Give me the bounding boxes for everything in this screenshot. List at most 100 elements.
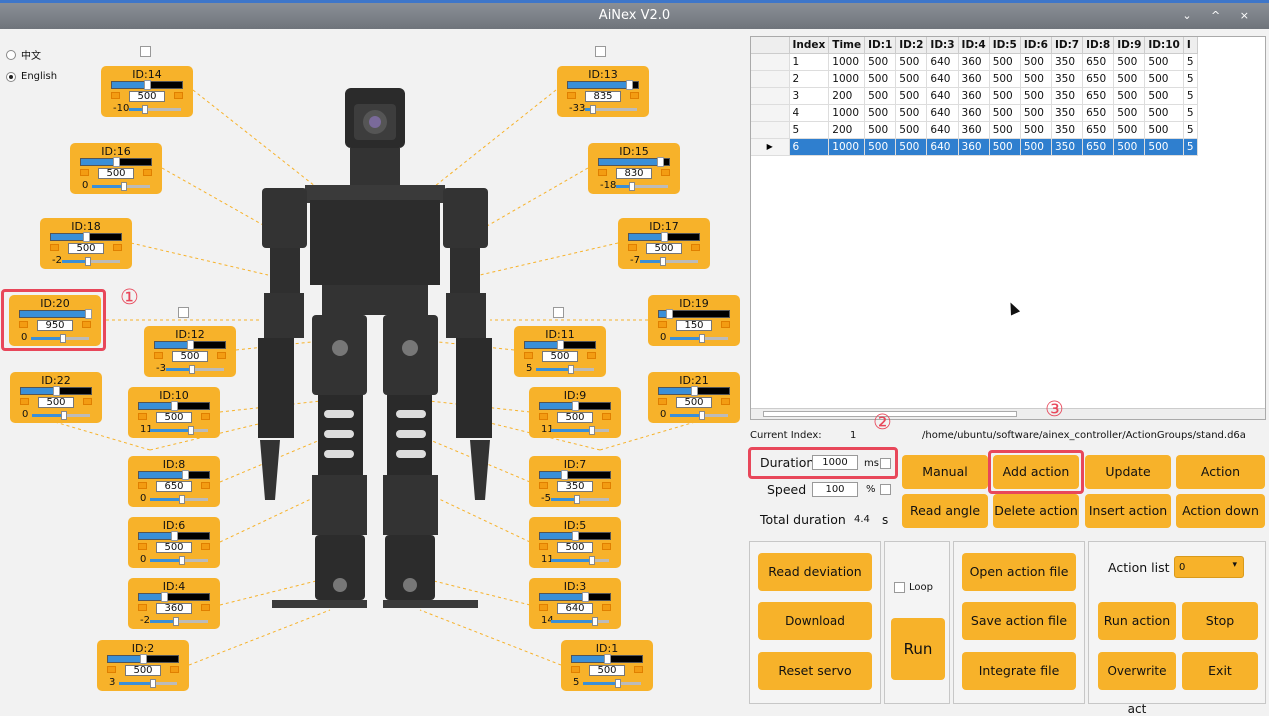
row-indicator[interactable]: [751, 121, 790, 139]
deviation-handle[interactable]: [592, 617, 598, 626]
servo-value[interactable]: 500: [557, 412, 593, 423]
servo-slider-handle[interactable]: [604, 654, 611, 664]
decrement-icon[interactable]: [539, 543, 548, 550]
servo-slider-handle[interactable]: [140, 654, 147, 664]
increment-icon[interactable]: [587, 352, 596, 359]
table-cell[interactable]: 650: [1082, 121, 1115, 139]
table-cell[interactable]: 500: [1113, 121, 1146, 139]
servo-value[interactable]: 500: [125, 665, 161, 676]
table-cell[interactable]: 500: [1113, 138, 1146, 156]
deviation-slider[interactable]: [670, 334, 728, 343]
servo-slider-handle[interactable]: [53, 386, 60, 396]
increment-icon[interactable]: [721, 321, 730, 328]
servo-position-slider[interactable]: [598, 157, 670, 167]
window-controls[interactable]: ⌄ ^ ×: [1182, 3, 1257, 29]
increment-icon[interactable]: [174, 92, 183, 99]
increment-icon[interactable]: [630, 92, 639, 99]
servo-position-slider[interactable]: [138, 401, 210, 411]
action-upward-button[interactable]: Action upward: [1176, 455, 1265, 513]
table-cell[interactable]: 500: [895, 53, 928, 71]
table-cell[interactable]: 500: [1020, 121, 1052, 139]
table-header-cell[interactable]: ID:3: [926, 37, 959, 54]
decrement-icon[interactable]: [154, 352, 163, 359]
servo-slider-handle[interactable]: [83, 232, 90, 242]
table-cell[interactable]: 500: [989, 87, 1021, 105]
deviation-slider[interactable]: [62, 257, 120, 266]
table-cell[interactable]: 500: [864, 138, 897, 156]
table-cell[interactable]: 500: [989, 121, 1021, 139]
deviation-handle[interactable]: [589, 556, 595, 565]
table-cell[interactable]: 5: [1183, 70, 1198, 88]
decrement-icon[interactable]: [539, 413, 548, 420]
table-cell[interactable]: 650: [1082, 138, 1115, 156]
servo-position-slider[interactable]: [539, 401, 611, 411]
action-table[interactable]: Index Time ID:1 ID:2 ID:3 ID:4 ID:5 ID:6 ID:7 ID:…: [750, 36, 1266, 420]
speed-input[interactable]: 100: [812, 482, 858, 497]
deviation-slider[interactable]: [551, 495, 609, 504]
action-list-dropdown[interactable]: 0 ▾: [1174, 556, 1244, 578]
table-header-cell[interactable]: ID:9: [1113, 37, 1146, 54]
update-action-button[interactable]: Update action: [1085, 455, 1171, 513]
deviation-handle[interactable]: [179, 495, 185, 504]
deviation-handle[interactable]: [150, 679, 156, 688]
decrement-icon[interactable]: [524, 352, 533, 359]
table-cell[interactable]: 1000: [828, 138, 866, 156]
servo-position-slider[interactable]: [111, 80, 183, 90]
table-cell[interactable]: 1000: [828, 53, 866, 71]
servo-slider-handle[interactable]: [182, 470, 189, 480]
table-header-cell[interactable]: ID:6: [1020, 37, 1052, 54]
table-cell[interactable]: 1: [789, 53, 830, 71]
reset-servo-button[interactable]: Reset servo: [758, 652, 872, 690]
table-cell[interactable]: 500: [1144, 121, 1184, 139]
servo-slider-handle[interactable]: [657, 157, 664, 167]
servo-value[interactable]: 830: [616, 168, 652, 179]
table-cell[interactable]: 500: [1113, 53, 1146, 71]
table-row[interactable]: 3 200 500 500 640 360 500 500 350 650 500 500 5: [751, 87, 1198, 105]
table-cell[interactable]: 500: [895, 121, 928, 139]
servo-value[interactable]: 500: [542, 351, 578, 362]
servo-value[interactable]: 500: [98, 168, 134, 179]
table-cell[interactable]: 500: [1020, 104, 1052, 122]
insert-action-button[interactable]: Insert action: [1085, 494, 1171, 528]
servo-value[interactable]: 500: [129, 91, 165, 102]
table-cell[interactable]: 640: [926, 53, 959, 71]
table-header-cell[interactable]: Time: [828, 37, 866, 54]
decrement-icon[interactable]: [138, 543, 147, 550]
servo-position-slider[interactable]: [658, 309, 730, 319]
increment-icon[interactable]: [83, 398, 92, 405]
table-cell[interactable]: 360: [958, 53, 990, 71]
table-header-cell[interactable]: ID:1: [864, 37, 897, 54]
open-action-file-button[interactable]: Open action file: [962, 553, 1076, 591]
table-cell[interactable]: 500: [1144, 87, 1184, 105]
servo-slider-handle[interactable]: [557, 340, 564, 350]
decrement-icon[interactable]: [138, 604, 147, 611]
servo-slider-handle[interactable]: [626, 80, 633, 90]
table-cell[interactable]: 500: [1113, 104, 1146, 122]
table-cell[interactable]: 360: [958, 121, 990, 139]
table-cell[interactable]: 500: [989, 70, 1021, 88]
deviation-slider[interactable]: [640, 257, 698, 266]
integrate-file-button[interactable]: Integrate file: [962, 652, 1076, 690]
table-header-cell[interactable]: I: [1183, 37, 1198, 54]
table-cell[interactable]: 5: [1183, 104, 1198, 122]
table-cell[interactable]: 350: [1051, 53, 1084, 71]
table-cell[interactable]: 500: [989, 53, 1021, 71]
table-cell[interactable]: 500: [1020, 70, 1052, 88]
table-cell[interactable]: 500: [864, 121, 897, 139]
servo-slider-handle[interactable]: [572, 531, 579, 541]
table-row[interactable]: 5 200 500 500 640 360 500 500 350 650 500 500 5: [751, 121, 1198, 139]
servo-position-slider[interactable]: [567, 80, 639, 90]
increment-icon[interactable]: [201, 413, 210, 420]
table-cell[interactable]: 640: [926, 70, 959, 88]
deviation-handle[interactable]: [590, 105, 596, 114]
table-cell[interactable]: 5: [1183, 121, 1198, 139]
increment-icon[interactable]: [602, 413, 611, 420]
table-cell[interactable]: 500: [1020, 87, 1052, 105]
table-cell[interactable]: 500: [895, 87, 928, 105]
table-cell[interactable]: 5: [789, 121, 830, 139]
deviation-slider[interactable]: [92, 182, 150, 191]
increment-icon[interactable]: [201, 543, 210, 550]
deviation-handle[interactable]: [574, 495, 580, 504]
deviation-handle[interactable]: [189, 365, 195, 374]
deviation-handle[interactable]: [85, 257, 91, 266]
